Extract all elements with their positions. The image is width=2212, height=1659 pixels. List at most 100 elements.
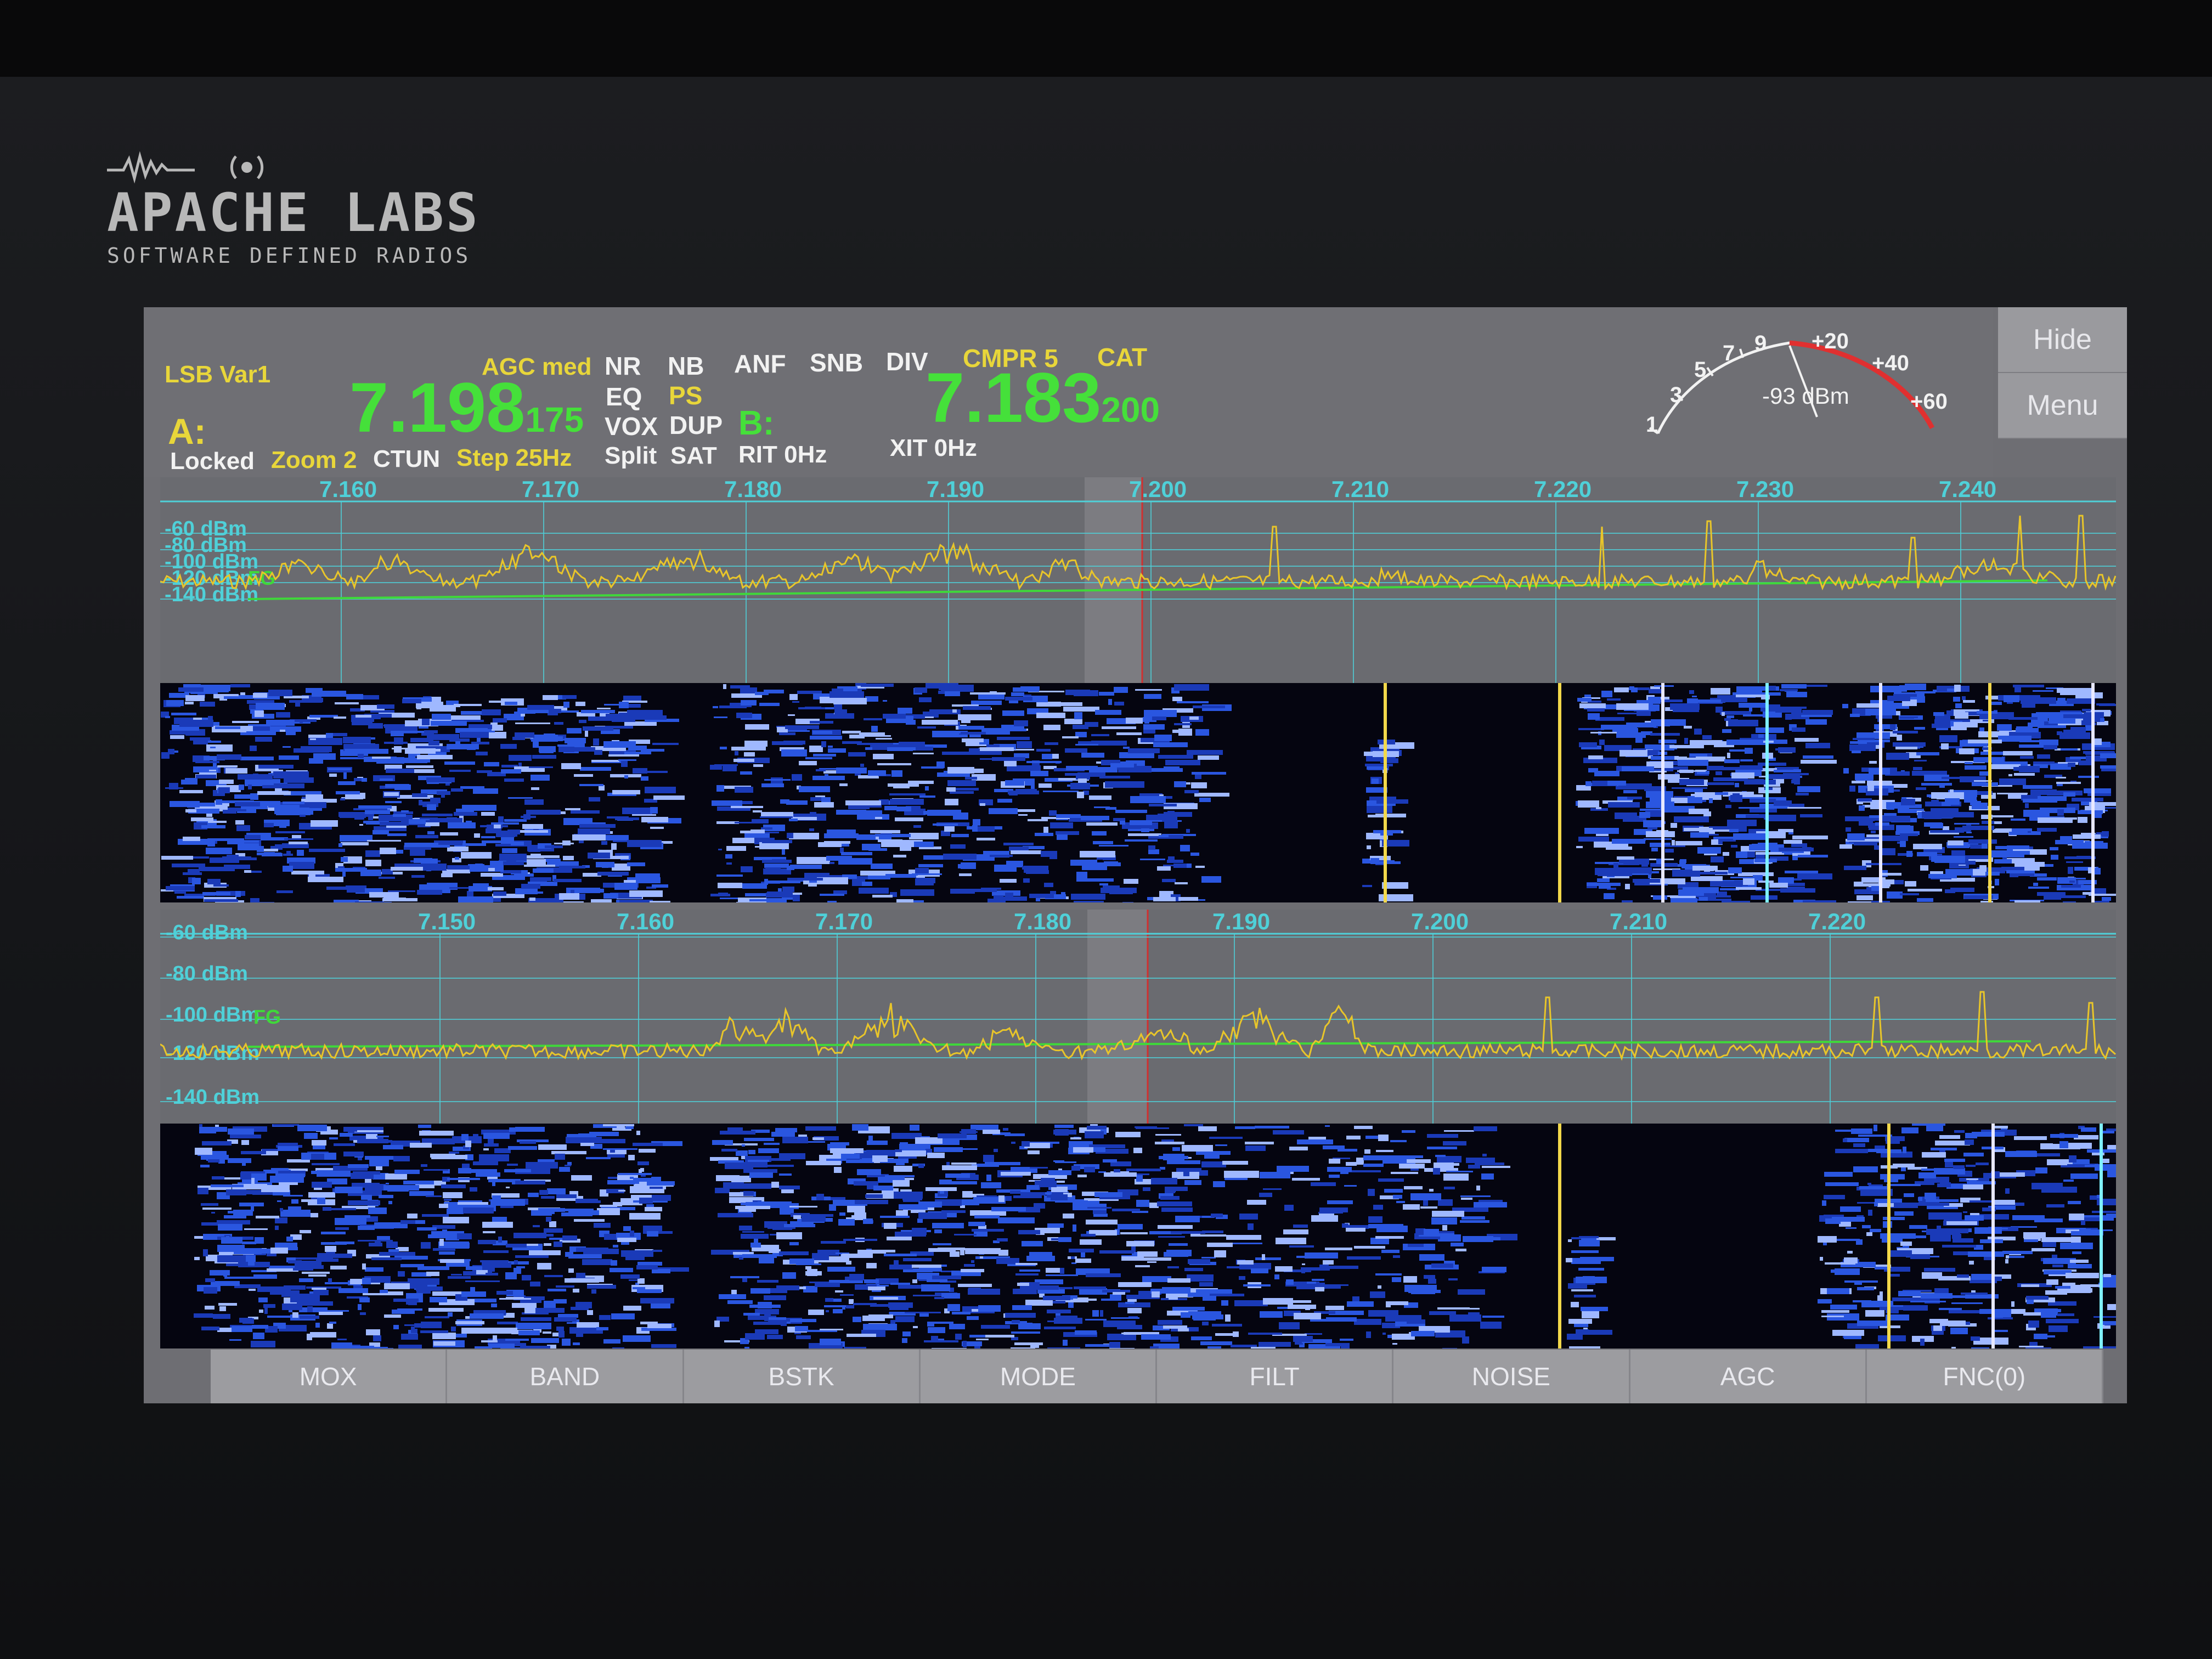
waterfall-signal (199, 1127, 216, 1133)
nb-flag[interactable]: NB (668, 351, 704, 381)
waterfall-signal (1846, 1227, 1857, 1229)
waterfall-signal (1954, 836, 1973, 838)
ctun-indicator[interactable]: CTUN (373, 445, 440, 473)
waterfall-signal (535, 1162, 555, 1164)
waterfall-signal (531, 1338, 559, 1343)
waterfall-signal (1639, 859, 1649, 865)
waterfall-signal (862, 882, 872, 886)
waterfall-signal (877, 1285, 889, 1286)
waterfall-2[interactable] (160, 1124, 2116, 1348)
waterfall-signal (1893, 731, 1918, 733)
agc-button[interactable]: AGC (1630, 1350, 1867, 1403)
waterfall-signal (1403, 1276, 1417, 1283)
locked-indicator[interactable]: Locked (170, 448, 255, 475)
vox-flag[interactable]: VOX (605, 411, 658, 441)
waterfall-signal (235, 840, 259, 843)
mode-button[interactable]: MODE (921, 1350, 1157, 1403)
waterfall-signal (1144, 694, 1161, 699)
eq-flag[interactable]: EQ (606, 382, 642, 411)
mox-button[interactable]: MOX (211, 1350, 448, 1403)
mode-label[interactable]: LSB Var1 (165, 361, 270, 388)
waterfall-signal (1108, 699, 1112, 705)
menu-button[interactable]: Menu (1998, 373, 2127, 439)
panadapter-2[interactable]: -60 dBm -80 dBm -100 dBm -120 dBm -140 dBm 7.… (160, 910, 2116, 1124)
waterfall-signal (461, 852, 492, 859)
waterfall-signal (1877, 1295, 1883, 1301)
snb-flag[interactable]: SNB (810, 348, 863, 377)
waterfall-signal (610, 1268, 633, 1272)
waterfall-signal (589, 797, 600, 802)
waterfall-signal (980, 1256, 983, 1259)
waterfall-signal (190, 737, 210, 741)
waterfall-signal (297, 1301, 333, 1306)
step-indicator[interactable]: Step 25Hz (456, 444, 572, 472)
waterfall-signal (496, 887, 504, 890)
waterfall-signal (830, 691, 864, 698)
waterfall-signal (1056, 814, 1081, 818)
waterfall-signal (936, 761, 945, 768)
waterfall-signal (521, 884, 540, 889)
vfo-a-frequency[interactable]: 7.198175 (349, 373, 584, 455)
split-flag[interactable]: Split (605, 442, 657, 470)
waterfall-signal (323, 1207, 331, 1211)
waterfall-signal (1263, 1188, 1282, 1190)
waterfall-signal (2106, 1214, 2116, 1218)
div-flag[interactable]: DIV (886, 347, 928, 376)
waterfall-signal (1014, 720, 1028, 726)
waterfall-signal (812, 1253, 829, 1260)
band-button[interactable]: BAND (447, 1350, 684, 1403)
waterfall-signal (596, 1327, 608, 1330)
waterfall-signal (1866, 863, 1901, 865)
waterfall-signal (1120, 1232, 1148, 1234)
sat-flag[interactable]: SAT (670, 442, 717, 470)
waterfall-signal (172, 864, 205, 867)
hide-button[interactable]: Hide (1998, 307, 2127, 373)
waterfall-signal (1378, 1178, 1404, 1182)
waterfall-signal (2035, 1167, 2047, 1173)
waterfall-signal (1736, 887, 1762, 890)
vfo-b-frequency[interactable]: 7.183200 (926, 363, 1160, 445)
waterfall-signal (973, 819, 980, 826)
brand-logo: APACHE LABS SOFTWARE DEFINED RADIOS (107, 151, 480, 268)
waterfall-signal (1924, 1268, 1955, 1272)
waterfall-signal (1968, 839, 1997, 844)
dup-flag[interactable]: DUP (669, 410, 723, 440)
filt-button[interactable]: FILT (1157, 1350, 1394, 1403)
waterfall-signal (876, 738, 892, 740)
waterfall-signal (1952, 1296, 1986, 1297)
waterfall-signal (1041, 1178, 1055, 1181)
waterfall-signal (168, 749, 174, 754)
waterfall-signal (1117, 1325, 1142, 1329)
waterfall-signal (1968, 740, 2002, 743)
rit-indicator[interactable]: RIT 0Hz (738, 441, 827, 469)
waterfall-signal (961, 720, 970, 723)
waterfall-signal (918, 1212, 947, 1219)
waterfall-signal (341, 842, 369, 845)
xit-indicator[interactable]: XIT 0Hz (890, 435, 977, 462)
waterfall-signal (1006, 1217, 1018, 1220)
fnc-button[interactable]: FNC(0) (1867, 1350, 2103, 1403)
waterfall-signal (894, 1192, 923, 1199)
waterfall-signal (451, 1274, 462, 1276)
ps-flag[interactable]: PS (669, 381, 702, 410)
agc-indicator[interactable]: AGC med (482, 353, 591, 381)
panadapter-1[interactable]: -60 dBm -80 dBm -100 dBm -120 dBm -140 dBm 7.… (160, 477, 2116, 683)
anf-flag[interactable]: ANF (734, 349, 786, 379)
waterfall-signal (805, 707, 821, 709)
waterfall-signal (1347, 1256, 1381, 1260)
bstk-button[interactable]: BSTK (684, 1350, 921, 1403)
waterfall-signal (1315, 1287, 1324, 1291)
waterfall-signal (1997, 724, 2012, 731)
waterfall-signal (554, 879, 582, 882)
waterfall-signal (1567, 1334, 1574, 1340)
waterfall-signal (871, 864, 893, 869)
waterfall-signal (244, 870, 251, 873)
waterfall-signal (1429, 1189, 1434, 1192)
waterfall-signal (1995, 879, 1999, 885)
zoom-indicator[interactable]: Zoom 2 (271, 447, 357, 474)
noise-button[interactable]: NOISE (1393, 1350, 1630, 1403)
nr-flag[interactable]: NR (605, 351, 641, 381)
waterfall-1[interactable] (160, 683, 2116, 902)
waterfall-signal (211, 689, 229, 692)
waterfall-signal (1972, 1132, 2005, 1137)
